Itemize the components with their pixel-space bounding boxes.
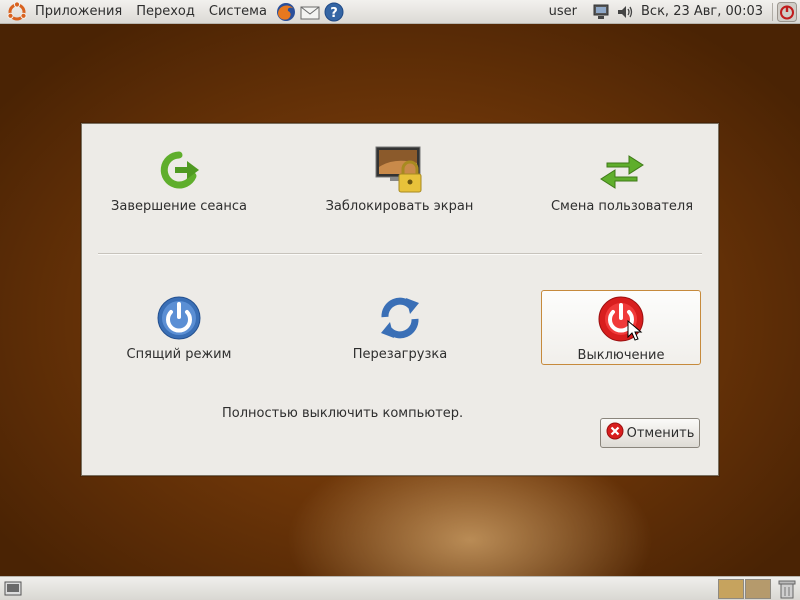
mouse-cursor-icon [627,319,643,342]
network-icon[interactable] [591,2,611,22]
top-panel: Приложения Переход Система ? user Вск, 2… [0,0,800,24]
lock-screen-icon [374,144,426,196]
workspace-1[interactable] [718,579,744,599]
menu-system[interactable]: Система [202,4,274,19]
shutdown-label: Выключение [577,348,665,363]
restart-label: Перезагрузка [352,347,448,362]
svg-text:?: ? [330,6,338,21]
switch-user-icon [596,144,648,196]
mail-icon[interactable] [298,1,322,23]
lock-screen-label: Заблокировать экран [325,199,474,214]
lock-screen-button[interactable]: Заблокировать экран [317,144,482,214]
show-desktop-icon[interactable] [4,580,22,598]
firefox-icon[interactable] [274,1,298,23]
sleep-button[interactable]: Спящий режим [104,292,254,362]
user-label[interactable]: user [549,4,577,19]
panel-separator [772,2,773,21]
menu-applications[interactable]: Приложения [28,4,129,19]
logout-label: Завершение сеанса [111,199,247,214]
logout-icon [153,144,205,196]
volume-icon[interactable] [615,2,635,22]
cancel-button[interactable]: Отменить [600,418,700,448]
ubuntu-logo-icon[interactable] [6,0,28,23]
shutdown-dialog: Завершение сеанса Заблокировать экран См… [81,123,719,476]
logout-button[interactable]: Завершение сеанса [104,144,254,214]
bottom-panel [0,576,800,600]
switch-user-button[interactable]: Смена пользователя [542,144,702,214]
switch-user-label: Смена пользователя [550,199,694,214]
sleep-icon [153,292,205,344]
clock[interactable]: Вск, 23 Авг, 00:03 [641,4,763,19]
restart-icon [374,292,426,344]
shutdown-button[interactable]: Выключение [541,290,701,365]
menu-places[interactable]: Переход [129,4,202,19]
trash-icon[interactable] [778,579,796,599]
action-description: Полностью выключить компьютер. [222,406,464,421]
quit-icon[interactable] [776,1,798,23]
restart-button[interactable]: Перезагрузка [325,292,475,362]
cancel-label: Отменить [626,425,695,441]
sleep-label: Спящий режим [126,347,232,362]
section-divider [98,253,702,254]
help-icon[interactable]: ? [322,1,346,23]
workspace-2[interactable] [745,579,771,599]
cancel-icon [606,422,624,444]
